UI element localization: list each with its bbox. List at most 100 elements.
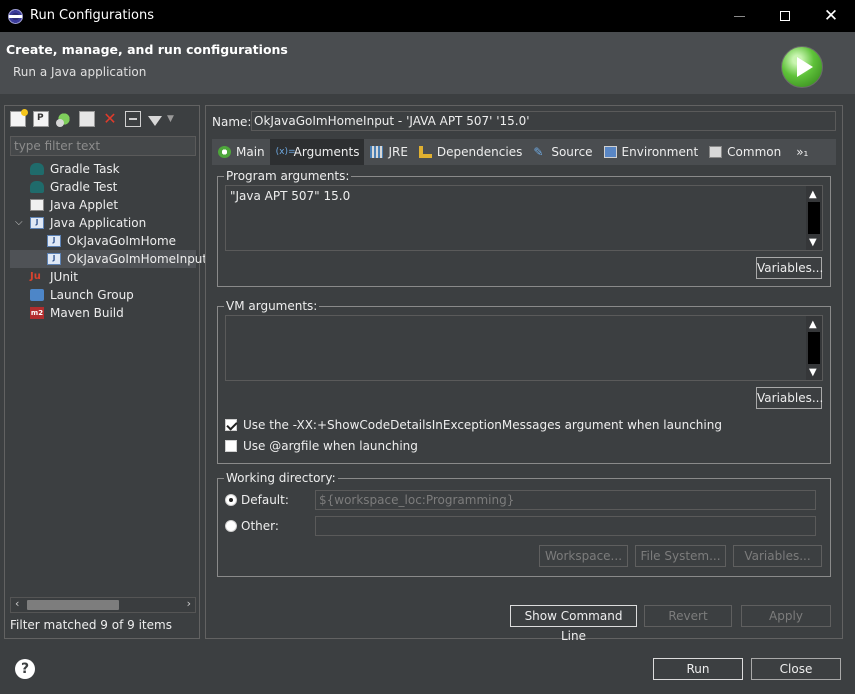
vm-arguments-scrollbar[interactable]: ▲ ▼: [806, 316, 822, 380]
filter-input[interactable]: [10, 136, 196, 156]
working-dir-variables-button[interactable]: Variables...: [733, 545, 822, 567]
tree-item-maven-build[interactable]: m2 Maven Build: [10, 304, 196, 322]
apply-button[interactable]: Apply: [741, 605, 831, 627]
export-configuration-icon[interactable]: [56, 111, 72, 127]
other-directory-field[interactable]: [315, 516, 816, 536]
scroll-up-icon[interactable]: ▲: [809, 189, 817, 200]
scrollbar-thumb[interactable]: [27, 600, 119, 610]
other-radio-row[interactable]: Other:: [225, 518, 279, 534]
arguments-icon: (x)=: [275, 147, 296, 157]
default-radio[interactable]: [225, 494, 237, 506]
name-label: Name:: [212, 115, 252, 129]
maximize-button[interactable]: [762, 0, 808, 32]
help-icon[interactable]: ?: [15, 659, 35, 679]
tree-item-okjavagoimhomeinput[interactable]: J OkJavaGoImHomeInput: [10, 250, 207, 268]
common-icon: [709, 146, 723, 158]
new-configuration-icon[interactable]: [10, 109, 28, 127]
eclipse-app-icon: [8, 9, 23, 24]
scroll-right-icon[interactable]: ›: [187, 597, 191, 610]
argfile-checkbox-row[interactable]: Use @argfile when launching: [225, 438, 418, 454]
environment-icon: [603, 146, 617, 158]
junit-icon: Ju: [30, 271, 41, 282]
configuration-list-panel: ✕ ▼ Gradle Task Gradle Test Java Applet …: [4, 105, 207, 639]
show-code-details-checkbox[interactable]: [225, 419, 237, 431]
scroll-left-icon[interactable]: ‹: [15, 597, 19, 610]
filter-status-text: Filter matched 9 of 9 items: [10, 618, 172, 632]
tab-dependencies[interactable]: Dependencies: [413, 139, 527, 165]
tab-main[interactable]: Main: [212, 139, 270, 165]
tab-jre[interactable]: JRE: [364, 139, 412, 165]
program-variables-button[interactable]: Variables...: [756, 257, 823, 279]
close-button[interactable]: Close: [751, 658, 841, 680]
tree-item-label: JUnit: [50, 270, 78, 284]
close-window-button[interactable]: ✕: [808, 0, 854, 32]
minimize-button[interactable]: [716, 0, 762, 32]
scroll-down-icon[interactable]: ▼: [809, 367, 817, 378]
show-code-details-label: Use the -XX:+ShowCodeDetailsInExceptionM…: [243, 418, 722, 432]
other-label: Other:: [241, 519, 279, 533]
config-tabs: Main (x)= Arguments JRE Dependencies ✎ S…: [212, 139, 836, 165]
tree-item-launch-group[interactable]: Launch Group: [10, 286, 196, 304]
vm-arguments-textarea[interactable]: ▲ ▼: [225, 315, 823, 381]
configuration-name-input[interactable]: OkJavaGoImHomeInput - 'JAVA APT 507' '15…: [251, 111, 836, 131]
dependencies-icon: [418, 146, 432, 158]
show-code-details-checkbox-row[interactable]: Use the -XX:+ShowCodeDetailsInExceptionM…: [225, 417, 722, 433]
java-application-icon: J: [47, 253, 61, 265]
program-arguments-scrollbar[interactable]: ▲ ▼: [806, 186, 822, 250]
delete-configuration-icon[interactable]: ✕: [102, 111, 118, 127]
source-icon: ✎: [533, 145, 544, 159]
launch-group-icon: [30, 289, 44, 301]
tab-environment[interactable]: Environment: [598, 139, 704, 165]
tree-item-label: Java Application: [50, 216, 147, 230]
working-directory-group: Working directory: Default: ${workspace_…: [217, 471, 831, 577]
file-system-button[interactable]: File System...: [635, 545, 726, 567]
show-command-line-button[interactable]: Show Command Line: [510, 605, 637, 643]
configuration-tree: Gradle Task Gradle Test Java Applet ⌵ J …: [10, 160, 207, 322]
tab-label: Source: [551, 145, 593, 159]
close-icon: ✕: [823, 6, 839, 26]
collapse-all-icon[interactable]: [125, 111, 141, 127]
java-application-icon: J: [30, 217, 44, 229]
workspace-button[interactable]: Workspace...: [539, 545, 628, 567]
tree-item-java-applet[interactable]: Java Applet: [10, 196, 196, 214]
tree-item-gradle-test[interactable]: Gradle Test: [10, 178, 196, 196]
tab-arguments[interactable]: (x)= Arguments: [269, 139, 365, 165]
jre-icon: [370, 146, 384, 158]
tabs-overflow-button[interactable]: »₁: [786, 139, 813, 165]
duplicate-configuration-icon[interactable]: [79, 111, 95, 127]
default-directory-field: ${workspace_loc:Programming}: [315, 490, 816, 510]
tree-item-label: OkJavaGoImHome: [67, 234, 177, 248]
tree-item-java-application[interactable]: ⌵ J Java Application: [10, 214, 196, 232]
tree-item-label: Java Applet: [50, 198, 119, 212]
tree-item-okjavagoimhome[interactable]: J OkJavaGoImHome: [10, 232, 196, 250]
revert-button[interactable]: Revert: [644, 605, 732, 627]
scrollbar-track[interactable]: [808, 332, 820, 364]
tree-item-label: OkJavaGoImHomeInput: [67, 252, 208, 266]
other-radio[interactable]: [225, 520, 237, 532]
tree-item-junit[interactable]: Ju JUnit: [10, 268, 196, 286]
new-prototype-icon[interactable]: [33, 111, 49, 127]
window-title: Run Configurations: [30, 8, 154, 23]
working-directory-legend: Working directory:: [226, 471, 336, 485]
tab-label: Dependencies: [436, 145, 523, 159]
scroll-up-icon[interactable]: ▲: [809, 319, 817, 330]
scroll-down-icon[interactable]: ▼: [809, 237, 817, 248]
tree-horizontal-scrollbar[interactable]: ‹ ›: [10, 597, 196, 613]
chevron-down-icon[interactable]: ⌵: [15, 214, 23, 232]
vm-arguments-legend: VM arguments:: [226, 299, 318, 313]
tab-label: Common: [727, 145, 782, 159]
program-arguments-textarea[interactable]: "Java APT 507" 15.0 ▲ ▼: [225, 185, 823, 251]
tree-item-gradle-task[interactable]: Gradle Task: [10, 160, 196, 178]
tree-item-label: Launch Group: [50, 288, 134, 302]
filter-icon[interactable]: [148, 115, 162, 126]
program-arguments-value: "Java APT 507" 15.0: [230, 189, 351, 203]
tab-source[interactable]: ✎ Source: [527, 139, 597, 165]
tab-common[interactable]: Common: [703, 139, 786, 165]
filter-dropdown-icon[interactable]: ▼: [167, 114, 174, 124]
vm-variables-button[interactable]: Variables...: [756, 387, 823, 409]
scrollbar-track[interactable]: [808, 202, 820, 234]
run-button[interactable]: Run: [653, 658, 743, 680]
tab-label: Arguments: [293, 145, 360, 159]
default-radio-row[interactable]: Default:: [225, 492, 289, 508]
argfile-checkbox[interactable]: [225, 440, 237, 452]
